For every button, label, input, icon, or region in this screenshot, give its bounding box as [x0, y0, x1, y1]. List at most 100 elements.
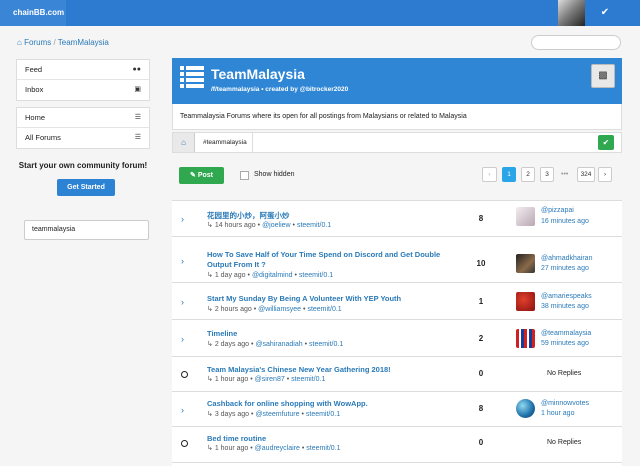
divider — [252, 133, 253, 152]
topic-row[interactable]: › Cashback for online shopping with WowA… — [172, 392, 622, 427]
topic-row[interactable]: › How To Save Half of Your Time Spend on… — [172, 237, 622, 283]
last-reply-user[interactable]: @pizzapai — [541, 207, 574, 214]
topic-app[interactable]: steemit/0.1 — [291, 376, 325, 383]
sidebar-item-label: All Forums — [25, 133, 61, 142]
circle-icon — [181, 440, 188, 447]
pagination-page[interactable]: 324 — [577, 167, 595, 182]
topic-app[interactable]: steemit/0.1 — [297, 222, 331, 229]
topic-meta: ↳ 2 days ago • @sahiranadiah • steemit/0… — [207, 341, 344, 348]
sidebar-group-nav: Home ☰ All Forums ☰ — [16, 107, 150, 149]
breadcrumb-current[interactable]: TeamMalaysia — [58, 38, 109, 47]
cta-title: Start your own community forum! — [18, 161, 148, 170]
tag-label: #teammalaysia — [203, 139, 247, 146]
no-replies-label: No Replies — [547, 439, 582, 446]
topic-row[interactable]: Bed time routine ↳ 1 hour ago • @audreyc… — [172, 427, 622, 463]
avatar[interactable] — [516, 329, 535, 348]
breadcrumb-forums[interactable]: Forums — [24, 38, 51, 47]
forum-subtitle: /f/teammalaysia • created by @bitrocker2… — [211, 86, 349, 93]
pagination-page[interactable]: 3 — [540, 167, 554, 182]
check-icon[interactable]: ✔ — [585, 0, 625, 26]
last-reply-user[interactable]: @minnowvotes — [541, 400, 589, 407]
forum-settings-button[interactable]: ▩ — [591, 64, 615, 88]
topic-title[interactable]: Bed time routine — [207, 434, 266, 443]
users-icon: ●● — [132, 66, 141, 73]
topic-row[interactable]: › Timeline ↳ 2 days ago • @sahiranadiah … — [172, 320, 622, 357]
topic-author[interactable]: @audreyclaire — [255, 445, 300, 452]
get-started-button[interactable]: Get Started — [57, 179, 115, 196]
reply-count: 8 — [478, 214, 484, 223]
last-reply-user[interactable]: @teammalaysia — [541, 330, 591, 337]
pagination-ellipsis: ••• — [561, 171, 569, 178]
topic-meta: ↳ 14 hours ago • @joeliew • steemit/0.1 — [207, 222, 332, 229]
pagination-page[interactable]: 1 — [502, 167, 516, 182]
confirm-button[interactable]: ✔ — [598, 135, 614, 150]
avatar[interactable] — [516, 399, 535, 418]
sidebar-item-label: Feed — [25, 65, 43, 74]
chevron-right-icon: › — [181, 297, 184, 307]
pagination-next[interactable]: › — [598, 167, 612, 182]
topic-author[interactable]: @siren87 — [255, 376, 285, 383]
brand-link[interactable]: chainBB.com — [0, 0, 66, 26]
topic-author[interactable]: @joeliew — [262, 222, 291, 229]
last-reply-user[interactable]: @amariespeaks — [541, 293, 592, 300]
topic-title-line2[interactable]: Output From It ? — [207, 260, 266, 269]
topic-list: › 花园里的小炒，阿蛋小炒 ↳ 14 hours ago • @joeliew … — [172, 200, 622, 466]
topic-author[interactable]: @sahiranadiah — [255, 341, 302, 348]
sidebar-item-feed[interactable]: Feed ●● — [17, 60, 149, 80]
show-hidden-label: Show hidden — [254, 171, 295, 178]
breadcrumb-separator: / — [53, 38, 56, 47]
last-reply-time[interactable]: 16 minutes ago — [541, 218, 589, 225]
search-input[interactable] — [531, 35, 621, 50]
topic-author[interactable]: @williamsyee — [258, 306, 301, 313]
topic-author[interactable]: @steemfuture — [255, 411, 299, 418]
topic-app[interactable]: steemit/0.1 — [309, 341, 343, 348]
avatar[interactable] — [516, 292, 535, 311]
cubes-icon: ▩ — [598, 70, 608, 81]
last-reply-time[interactable]: 38 minutes ago — [541, 303, 589, 310]
topic-author[interactable]: @digitalmind — [252, 272, 293, 279]
pencil-icon: ✎ — [190, 172, 196, 179]
topic-app[interactable]: steemit/0.1 — [299, 272, 333, 279]
topic-title[interactable]: Cashback for online shopping with WowApp… — [207, 399, 368, 408]
list-icon: ☰ — [134, 134, 141, 141]
topic-row[interactable]: Team Malaysia's Chinese New Year Gatheri… — [172, 357, 622, 392]
topic-row[interactable]: › 花园里的小炒，阿蛋小炒 ↳ 14 hours ago • @joeliew … — [172, 201, 622, 237]
tag-bar: ⌂ #teammalaysia ✔ — [172, 132, 622, 153]
topic-title[interactable]: How To Save Half of Your Time Spend on D… — [207, 250, 440, 259]
topic-meta: ↳ 1 hour ago • @audreyclaire • steemit/0… — [207, 445, 341, 452]
pagination-prev[interactable]: ‹ — [482, 167, 497, 182]
sidebar-item-home[interactable]: Home ☰ — [17, 108, 149, 128]
sidebar-item-all-forums[interactable]: All Forums ☰ — [17, 128, 149, 148]
user-avatar[interactable] — [558, 0, 585, 26]
forum-tag-field[interactable]: teammalaysia — [24, 220, 149, 240]
pagination-page[interactable]: 2 — [521, 167, 535, 182]
breadcrumb: ⌂ Forums / TeamMalaysia — [17, 38, 109, 47]
avatar[interactable] — [516, 207, 535, 226]
topic-app[interactable]: steemit/0.1 — [306, 445, 340, 452]
show-hidden-checkbox[interactable] — [240, 171, 249, 180]
reply-count: 10 — [476, 259, 486, 268]
sidebar-item-inbox[interactable]: Inbox ▣ — [17, 80, 149, 100]
last-reply-time[interactable]: 1 hour ago — [541, 410, 574, 417]
topic-row[interactable]: › Start My Sunday By Being A Volunteer W… — [172, 283, 622, 320]
forum-description: Teammalaysia Forums where its open for a… — [172, 104, 622, 130]
last-reply-time[interactable]: 27 minutes ago — [541, 265, 589, 272]
forum-list-icon — [180, 65, 204, 89]
topic-meta: ↳ 1 hour ago • @siren87 • steemit/0.1 — [207, 376, 326, 383]
home-icon[interactable]: ⌂ — [173, 133, 195, 152]
no-replies-label: No Replies — [547, 370, 582, 377]
topic-title[interactable]: 花园里的小炒，阿蛋小炒 — [207, 210, 290, 221]
topic-meta: ↳ 1 day ago • @digitalmind • steemit/0.1 — [207, 272, 334, 279]
home-icon: ⌂ — [17, 38, 22, 47]
topic-title[interactable]: Timeline — [207, 329, 237, 338]
chevron-right-icon: › — [181, 405, 184, 415]
topic-app[interactable]: steemit/0.1 — [306, 411, 340, 418]
circle-icon — [181, 371, 188, 378]
avatar[interactable] — [516, 254, 535, 273]
last-reply-time[interactable]: 59 minutes ago — [541, 340, 589, 347]
topic-title[interactable]: Start My Sunday By Being A Volunteer Wit… — [207, 294, 401, 303]
last-reply-user[interactable]: @ahmadkhairan — [541, 255, 592, 262]
topic-app[interactable]: steemit/0.1 — [307, 306, 341, 313]
post-button[interactable]: ✎ Post — [179, 167, 224, 184]
topic-title[interactable]: Team Malaysia's Chinese New Year Gatheri… — [207, 365, 391, 374]
